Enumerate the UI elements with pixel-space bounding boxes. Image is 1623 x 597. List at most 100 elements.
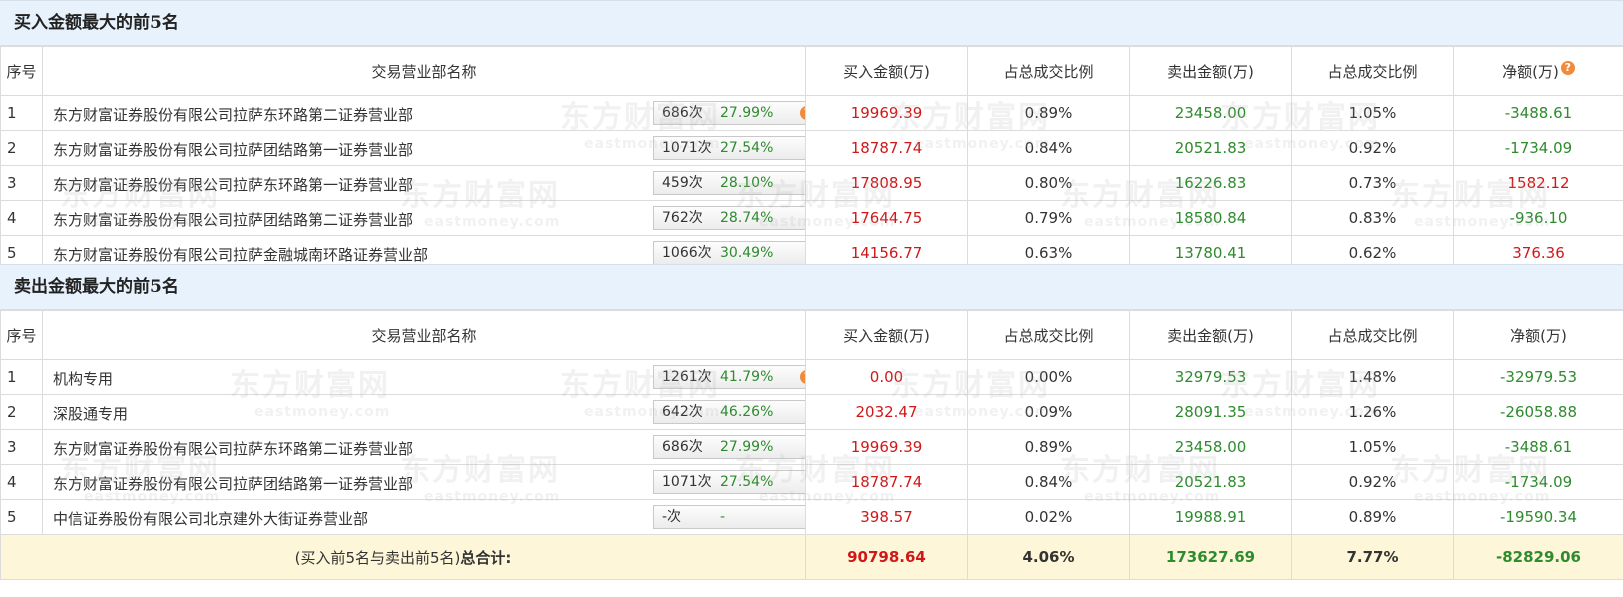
- broker-times: 686次: [662, 105, 703, 121]
- header-net-label: 净额(万): [1502, 62, 1559, 81]
- broker-stats-button[interactable]: 1261次 41.79%?: [653, 365, 805, 389]
- sell-amount: 23458.00: [1129, 429, 1292, 465]
- net-amount: -3488.61: [1453, 429, 1623, 465]
- buy-section-title: 买入金额最大的前5名: [0, 0, 1623, 46]
- broker-times: 642次: [662, 404, 703, 420]
- header-sell-ratio: 占总成交比例: [1291, 310, 1454, 360]
- net-amount: -26058.88: [1453, 394, 1623, 430]
- broker-win-rate: 28.74%: [720, 210, 774, 226]
- row-index: 5: [0, 499, 43, 535]
- broker-win-rate: 46.26%: [720, 404, 774, 420]
- header-broker-name: 交易营业部名称: [42, 46, 806, 96]
- broker-times: 762次: [662, 210, 703, 226]
- broker-stats-button[interactable]: -次 -: [653, 505, 805, 529]
- header-buy-amount[interactable]: 买入金额(万): [805, 310, 968, 360]
- table-header-row: 序号 交易营业部名称 买入金额(万) 占总成交比例 卖出金额(万) 占总成交比例…: [0, 46, 1623, 96]
- header-sell-ratio: 占总成交比例: [1291, 46, 1454, 96]
- buy-amount: 17644.75: [805, 200, 968, 236]
- buy-ratio: 0.84%: [967, 464, 1130, 500]
- broker-name-link[interactable]: 深股通专用: [53, 403, 128, 424]
- header-sell-amount[interactable]: 卖出金额(万): [1129, 46, 1292, 96]
- broker-cell: 东方财富证券股份有限公司拉萨东环路第二证券营业部 686次 27.99%: [42, 429, 806, 465]
- table-row: 5 中信证券股份有限公司北京建外大街证券营业部 -次 - 398.57 0.02% 1998…: [0, 499, 1623, 535]
- broker-times: 1066次: [662, 245, 712, 261]
- sell-amount: 20521.83: [1129, 130, 1292, 166]
- broker-times: 1071次: [662, 140, 712, 156]
- broker-name-link[interactable]: 东方财富证券股份有限公司拉萨东环路第二证券营业部: [53, 438, 413, 459]
- header-buy-amount[interactable]: 买入金额(万): [805, 46, 968, 96]
- broker-stats-button[interactable]: 1071次 27.54%: [653, 136, 805, 160]
- sell-amount: 18580.84: [1129, 200, 1292, 236]
- table-row: 4 东方财富证券股份有限公司拉萨团结路第一证券营业部 1071次 27.54% 1878…: [0, 464, 1623, 500]
- broker-name-link[interactable]: 机构专用: [53, 368, 113, 389]
- net-amount: -32979.53: [1453, 359, 1623, 395]
- net-amount: -936.10: [1453, 200, 1623, 236]
- broker-cell: 东方财富证券股份有限公司拉萨东环路第二证券营业部 686次 27.99%?: [42, 95, 806, 131]
- broker-win-rate: -: [720, 509, 726, 525]
- sell-rows: 1机构专用1261次41.79%?0.000.00%32979.531.48%-…: [0, 359, 1623, 535]
- broker-name-link[interactable]: 东方财富证券股份有限公司拉萨团结路第一证券营业部: [53, 139, 413, 160]
- buy-ratio: 0.02%: [967, 499, 1130, 535]
- header-net-amount: 净额(万): [1453, 310, 1623, 360]
- help-question-icon[interactable]: ?: [1560, 60, 1575, 75]
- total-buy-ratio: 4.06%: [967, 534, 1130, 580]
- net-amount: -1734.09: [1453, 464, 1623, 500]
- table-row: 1 机构专用 1261次 41.79%?0.000.00%32979.531.48%-…: [0, 359, 1623, 395]
- sell-amount: 23458.00: [1129, 95, 1292, 131]
- broker-stats-button[interactable]: 1071次 27.54%: [653, 470, 805, 494]
- broker-win-rate: 28.10%: [720, 175, 774, 191]
- sell-amount: 28091.35: [1129, 394, 1292, 430]
- sell-amount: 16226.83: [1129, 165, 1292, 201]
- total-net-amount: -82829.06: [1453, 534, 1623, 580]
- table-row: 3 东方财富证券股份有限公司拉萨东环路第二证券营业部 686次 27.99% 19969…: [0, 429, 1623, 465]
- total-label-cell: (买入前5名与卖出前5名)总合计:: [0, 534, 806, 580]
- table-header-row: 序号 交易营业部名称 买入金额(万) 占总成交比例 卖出金额(万) 占总成交比例…: [0, 310, 1623, 360]
- broker-cell: 中信证券股份有限公司北京建外大街证券营业部 -次 -: [42, 499, 806, 535]
- broker-name-link[interactable]: 东方财富证券股份有限公司拉萨东环路第一证券营业部: [53, 174, 413, 195]
- broker-name-link[interactable]: 东方财富证券股份有限公司拉萨金融城南环路证券营业部: [53, 244, 428, 265]
- row-index: 1: [0, 95, 43, 131]
- sell-ratio: 1.48%: [1291, 359, 1454, 395]
- broker-stats-button[interactable]: 459次 28.10%: [653, 171, 805, 195]
- broker-win-rate: 27.54%: [720, 140, 774, 156]
- table-row: 1 东方财富证券股份有限公司拉萨东环路第二证券营业部 686次 27.99%?1996…: [0, 95, 1623, 131]
- sell-top5-table: 序号 交易营业部名称 买入金额(万) 占总成交比例 卖出金额(万) 占总成交比例…: [0, 310, 1623, 580]
- broker-times: -次: [662, 509, 682, 525]
- table-row: 3 东方财富证券股份有限公司拉萨东环路第一证券营业部 459次 28.10% 17808…: [0, 165, 1623, 201]
- row-index: 4: [0, 200, 43, 236]
- header-index: 序号: [0, 46, 43, 96]
- broker-cell: 东方财富证券股份有限公司拉萨东环路第一证券营业部 459次 28.10%: [42, 165, 806, 201]
- broker-stats-button[interactable]: 1066次 30.49%: [653, 241, 805, 265]
- broker-win-rate: 27.99%: [720, 105, 774, 121]
- broker-name-link[interactable]: 东方财富证券股份有限公司拉萨东环路第二证券营业部: [53, 104, 413, 125]
- broker-times: 686次: [662, 439, 703, 455]
- broker-stats-button[interactable]: 686次 27.99%: [653, 435, 805, 459]
- row-index: 3: [0, 165, 43, 201]
- broker-win-rate: 30.49%: [720, 245, 774, 261]
- table-row: 2 东方财富证券股份有限公司拉萨团结路第一证券营业部 1071次 27.54% 1878…: [0, 130, 1623, 166]
- net-amount: -1734.09: [1453, 130, 1623, 166]
- net-amount: -19590.34: [1453, 499, 1623, 535]
- header-sell-amount[interactable]: 卖出金额(万): [1129, 310, 1292, 360]
- header-buy-ratio: 占总成交比例: [967, 46, 1130, 96]
- buy-ratio: 0.89%: [967, 429, 1130, 465]
- broker-name-link[interactable]: 中信证券股份有限公司北京建外大街证券营业部: [53, 508, 368, 529]
- broker-stats-button[interactable]: 642次 46.26%: [653, 400, 805, 424]
- buy-amount: 398.57: [805, 499, 968, 535]
- broker-name-link[interactable]: 东方财富证券股份有限公司拉萨团结路第二证券营业部: [53, 209, 413, 230]
- buy-ratio: 0.80%: [967, 165, 1130, 201]
- broker-name-link[interactable]: 东方财富证券股份有限公司拉萨团结路第一证券营业部: [53, 473, 413, 494]
- broker-cell: 机构专用 1261次 41.79%?: [42, 359, 806, 395]
- question-icon[interactable]: ?: [800, 106, 805, 120]
- buy-amount: 0.00: [805, 359, 968, 395]
- broker-win-rate: 27.54%: [720, 474, 774, 490]
- broker-stats-button[interactable]: 762次 28.74%: [653, 206, 805, 230]
- sell-ratio: 0.73%: [1291, 165, 1454, 201]
- net-amount: -3488.61: [1453, 95, 1623, 131]
- total-sell-amount: 173627.69: [1129, 534, 1292, 580]
- buy-amount: 2032.47: [805, 394, 968, 430]
- question-icon[interactable]: ?: [800, 370, 805, 384]
- broker-stats-button[interactable]: 686次 27.99%?: [653, 101, 805, 125]
- sell-ratio: 0.83%: [1291, 200, 1454, 236]
- lhb-page: 买入金额最大的前5名 序号 交易营业部名称 买入金额(万) 占总成交比例 卖出金…: [0, 0, 1623, 597]
